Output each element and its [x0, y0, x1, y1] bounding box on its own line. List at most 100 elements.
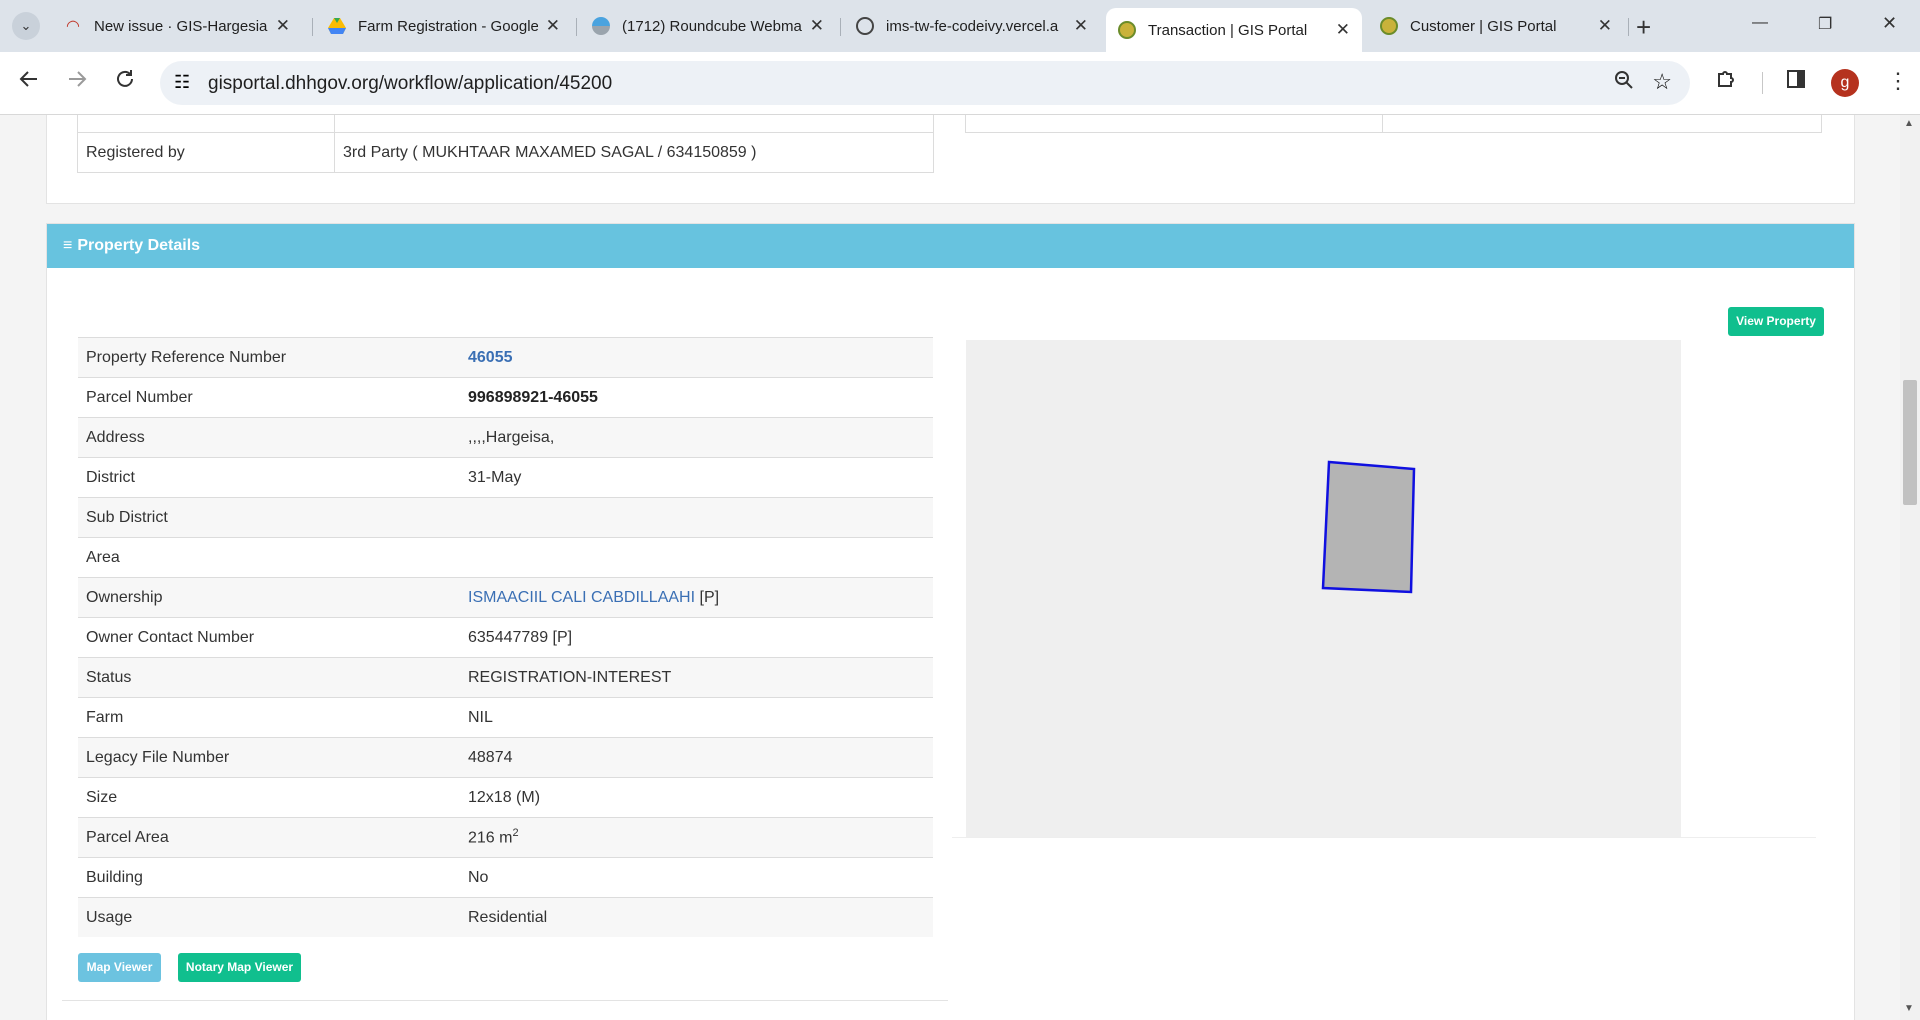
- zoom-magnifier-icon[interactable]: [1614, 70, 1634, 96]
- page-scrollbar[interactable]: [1900, 115, 1920, 1020]
- browser-toolbar: ☷ gisportal.dhhgov.org/workflow/applicat…: [0, 52, 1920, 115]
- owner-type-badge: [P]: [699, 588, 720, 606]
- row-label: Status: [78, 657, 460, 698]
- close-tab-icon[interactable]: ✕: [1336, 20, 1350, 40]
- scroll-up-arrow-icon[interactable]: ▲: [1904, 118, 1914, 129]
- row-label: Parcel Number: [78, 377, 460, 418]
- toolbar-divider: [1762, 72, 1763, 94]
- table-row: Legacy File Number 48874: [78, 737, 933, 778]
- usage-value: Residential: [460, 897, 933, 937]
- tab-roundcube-webmail[interactable]: (1712) Roundcube Webmail ✕: [580, 8, 836, 44]
- address-bar[interactable]: ☷ gisportal.dhhgov.org/workflow/applicat…: [160, 61, 1690, 105]
- page-viewport: Registered by 3rd Party ( MUKHTAAR MAXAM…: [0, 115, 1900, 1020]
- row-label: Owner Contact Number: [78, 617, 460, 658]
- row-label: Building: [78, 857, 460, 898]
- table-row: Farm NIL: [78, 697, 933, 738]
- page-scrollbar-thumb[interactable]: [1903, 380, 1917, 505]
- close-tab-icon[interactable]: ✕: [546, 16, 560, 36]
- owner-name-link[interactable]: ISMAACIIL CALI CABDILLAAHI: [468, 589, 695, 606]
- scroll-down-arrow-icon[interactable]: ▼: [1904, 1003, 1914, 1014]
- browser-menu-kebab-icon[interactable]: ⋮: [1887, 68, 1909, 94]
- table-row: District 31-May: [78, 457, 933, 498]
- building-value: No: [460, 857, 933, 898]
- close-tab-icon[interactable]: ✕: [1074, 16, 1088, 36]
- row-label: Sub District: [78, 497, 460, 538]
- extensions-puzzle-icon[interactable]: [1715, 68, 1737, 96]
- table-row: Sub District: [78, 497, 933, 538]
- profile-avatar[interactable]: g: [1831, 69, 1859, 97]
- google-drive-icon: [328, 17, 346, 35]
- gis-portal-emblem-icon: [1380, 17, 1398, 35]
- farm-value: NIL: [460, 697, 933, 738]
- tab-new-issue[interactable]: ◠ New issue · GIS-Hargesia ✕: [52, 8, 302, 44]
- map-viewer-button[interactable]: Map Viewer: [78, 953, 161, 982]
- registration-side-table: [965, 115, 1822, 133]
- bookmark-star-icon[interactable]: ☆: [1652, 69, 1672, 95]
- table-row: Status REGISTRATION-INTEREST: [78, 657, 933, 698]
- table-row: Parcel Number 996898921-46055: [78, 377, 933, 418]
- sub-district-value: [460, 497, 933, 538]
- close-tab-icon[interactable]: ✕: [276, 16, 290, 36]
- registration-card: Registered by 3rd Party ( MUKHTAAR MAXAM…: [46, 115, 1855, 204]
- url-text[interactable]: gisportal.dhhgov.org/workflow/applicatio…: [208, 73, 612, 95]
- restore-window-button[interactable]: ❐: [1818, 14, 1832, 34]
- minimize-window-button[interactable]: —: [1752, 14, 1768, 32]
- notary-map-viewer-button[interactable]: Notary Map Viewer: [178, 953, 301, 982]
- side-panel-icon[interactable]: [1785, 68, 1807, 96]
- parcel-number-value: 996898921-46055: [460, 377, 933, 418]
- close-tab-icon[interactable]: ✕: [810, 16, 824, 36]
- view-property-button[interactable]: View Property: [1728, 307, 1824, 336]
- unit-superscript: 2: [512, 827, 519, 840]
- table-row: Area: [78, 537, 933, 578]
- district-value: 31-May: [460, 457, 933, 498]
- table-row: Ownership ISMAACIIL CALI CABDILLAAHI [P]: [78, 577, 933, 618]
- address-value: ,,,,Hargeisa,: [460, 417, 933, 458]
- back-button[interactable]: [14, 68, 44, 98]
- close-tab-icon[interactable]: ✕: [1598, 16, 1612, 36]
- property-details-header: ≡ Property Details: [47, 224, 1854, 268]
- table-row: Parcel Area 216 m2: [78, 817, 933, 858]
- owner-contact-value: 635447789 [P]: [460, 617, 933, 658]
- list-icon: ≡: [63, 237, 73, 254]
- tab-farm-registration[interactable]: Farm Registration - Google ✕: [316, 8, 572, 44]
- registered-by-value: 3rd Party ( MUKHTAAR MAXAMED SAGAL / 634…: [334, 132, 934, 173]
- tab-customer-gis-portal[interactable]: Customer | GIS Portal ✕: [1368, 8, 1624, 44]
- registration-table: Registered by 3rd Party ( MUKHTAAR MAXAM…: [77, 115, 934, 173]
- new-tab-button[interactable]: +: [1636, 12, 1651, 43]
- area-value: [460, 537, 933, 578]
- row-label: Area: [78, 537, 460, 578]
- property-details-table: Property Reference Number 46055 Parcel N…: [78, 337, 933, 937]
- arrow-right-icon: [69, 71, 87, 87]
- legacy-file-number-value: 48874: [460, 737, 933, 778]
- reload-button[interactable]: [110, 68, 140, 98]
- reload-icon: [117, 70, 133, 87]
- tab-ims-vercel[interactable]: ims-tw-fe-codeivy.vercel.a ✕: [844, 8, 1100, 44]
- table-row: Building No: [78, 857, 933, 898]
- row-label: Size: [78, 777, 460, 818]
- table-row: Usage Residential: [78, 897, 933, 937]
- status-value: REGISTRATION-INTEREST: [460, 657, 933, 698]
- tab-transaction-gis-portal[interactable]: Transaction | GIS Portal ✕: [1106, 8, 1362, 52]
- parcel-polygon[interactable]: [966, 340, 1681, 837]
- table-row: Registered by 3rd Party ( MUKHTAAR MAXAM…: [77, 132, 934, 173]
- row-label: Farm: [78, 697, 460, 738]
- globe-icon: [856, 17, 874, 35]
- property-details-title: Property Details: [77, 237, 201, 254]
- property-reference-link[interactable]: 46055: [460, 337, 933, 378]
- table-row: [965, 115, 1822, 133]
- size-value: 12x18 (M): [460, 777, 933, 818]
- parcel-area-value: 216 m: [468, 829, 513, 847]
- gis-portal-emblem-icon: [1118, 21, 1136, 39]
- row-label: Property Reference Number: [78, 337, 460, 378]
- tab-search-button[interactable]: ⌄: [12, 12, 40, 40]
- forward-button[interactable]: [62, 68, 92, 98]
- close-window-button[interactable]: ✕: [1882, 13, 1897, 34]
- row-label: Ownership: [78, 577, 460, 618]
- browser-tab-strip: ⌄ ◠ New issue · GIS-Hargesia ✕ Farm Regi…: [0, 0, 1920, 52]
- site-settings-icon[interactable]: ☷: [174, 72, 190, 93]
- section-footer-divider: [62, 1000, 948, 1001]
- row-label: Usage: [78, 897, 460, 937]
- map-panel-divider: [952, 837, 1816, 838]
- table-row: Size 12x18 (M): [78, 777, 933, 818]
- parcel-map-preview[interactable]: [966, 340, 1681, 837]
